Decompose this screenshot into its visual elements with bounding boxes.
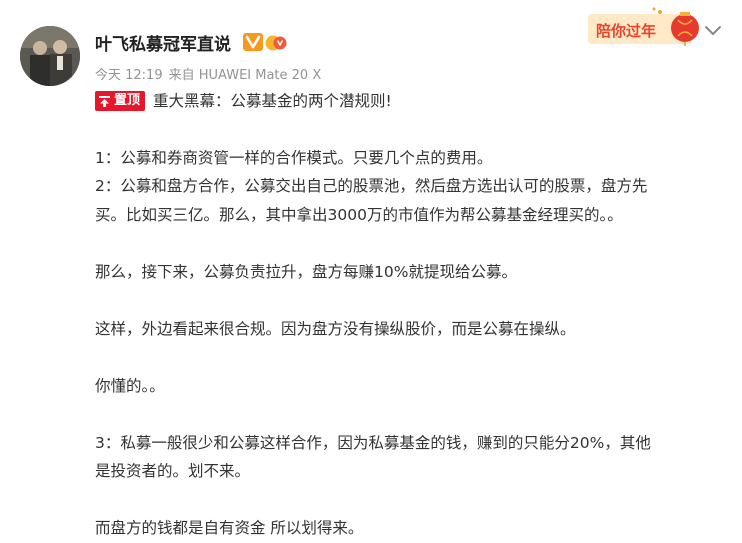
avatar-photo	[20, 26, 80, 86]
pin-label: 置顶	[114, 92, 141, 108]
paragraph-2-cont: 买。比如买三亿。那么，其中拿出3000万的市值作为帮公募基金经理买的。。	[95, 205, 623, 224]
post-time[interactable]: 今天 12:19	[95, 68, 163, 83]
post-source: 来自 HUAWEI Mate 20 X	[168, 68, 322, 83]
paragraph-5: 你懂的。。	[95, 376, 165, 395]
post-title-row: 置顶 重大黑幕：公募基金的两个潜规则!	[95, 87, 735, 115]
paragraph-7: 而盘方的钱都是自有资金 所以划得来。	[95, 519, 364, 537]
author-name[interactable]: 叶飞私募冠军直说	[95, 30, 231, 55]
level-badge-icon	[265, 35, 287, 51]
paragraph-3: 那么，接下来，公募负责拉升，盘方每赚10%就提现给公募。	[95, 262, 517, 281]
verified-v-icon	[243, 33, 263, 51]
paragraph-6-cont: 是投资者的。划不来。	[95, 462, 251, 480]
avatar[interactable]	[20, 26, 80, 86]
post-title: 重大黑幕：公募基金的两个潜规则!	[153, 91, 392, 110]
promo-text[interactable]: 陪你过年	[596, 20, 656, 41]
paragraph-6: 3：私募一般很少和公募这样合作，因为私募基金的钱，赚到的只能分20%，其他	[95, 433, 651, 452]
pin-top-icon	[99, 95, 110, 107]
post-content: 置顶 重大黑幕：公募基金的两个潜规则! 1：公募和券商资管一样的合作模式。只要几…	[95, 87, 735, 543]
chevron-down-icon[interactable]	[704, 24, 722, 38]
paragraph-1: 1：公募和券商资管一样的合作模式。只要几个点的费用。	[95, 148, 493, 167]
pin-badge: 置顶	[95, 91, 146, 111]
paragraph-2: 2：公募和盘方合作，公募交出自己的股票池，然后盘方选出认可的股票，盘方先	[95, 177, 648, 195]
post-meta: 今天 12:19 来自 HUAWEI Mate 20 X	[95, 64, 327, 83]
paragraph-4: 这样，外边看起来很合规。因为盘方没有操纵股价，而是公募在操纵。	[95, 319, 576, 338]
